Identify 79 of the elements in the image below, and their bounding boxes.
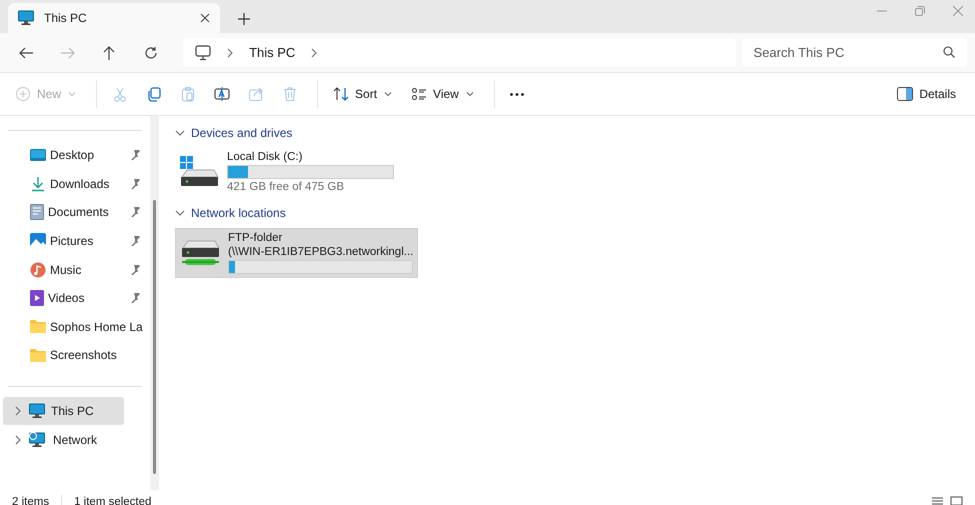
caret-icon xyxy=(383,89,394,99)
selection-count: 1 item selected xyxy=(74,496,152,505)
chevron-right-icon xyxy=(13,406,23,416)
window-tab[interactable]: This PC xyxy=(8,3,220,33)
refresh-icon xyxy=(144,46,158,60)
close-icon xyxy=(200,13,210,23)
search-field[interactable]: Search This PC xyxy=(742,38,968,67)
pin-icon xyxy=(130,264,140,275)
scissors-icon xyxy=(112,86,128,102)
text-cursor-icon xyxy=(214,86,230,102)
folder-icon xyxy=(30,320,46,334)
tab-title: This PC xyxy=(44,11,88,25)
monitor-icon xyxy=(29,402,45,419)
back-arrow-icon xyxy=(18,46,33,58)
tree-item[interactable]: This PC xyxy=(3,396,124,425)
section-heading: Devices and drives xyxy=(191,126,292,140)
breadcrumb[interactable]: This PC xyxy=(249,45,296,60)
details-view-icon xyxy=(931,496,944,505)
section-heading: Network locations xyxy=(191,206,286,220)
sidebar-item[interactable]: Desktop xyxy=(0,141,150,170)
share-icon xyxy=(248,86,264,102)
tree-item[interactable]: Network xyxy=(3,426,124,454)
network-icon xyxy=(29,432,47,448)
download-icon xyxy=(30,176,46,192)
details-button[interactable]: Details xyxy=(890,78,963,110)
sort-button[interactable]: Sort xyxy=(326,78,400,110)
drive-name: Local Disk (C:) xyxy=(227,151,304,163)
caret-icon xyxy=(67,89,78,99)
monitor-outline-icon xyxy=(195,44,212,60)
forward-arrow-icon xyxy=(60,46,75,58)
chevron-right-icon xyxy=(309,48,320,58)
new-tab-icon xyxy=(238,13,250,25)
trash-icon xyxy=(282,86,298,102)
sidebar-item[interactable]: Music xyxy=(0,255,150,284)
chevron-down-icon xyxy=(175,208,185,218)
sort-arrows-icon xyxy=(333,86,350,102)
search-icon xyxy=(943,46,956,58)
chevron-right-icon xyxy=(13,434,23,445)
folder-icon xyxy=(30,348,46,362)
tiles-view-icon xyxy=(950,496,963,505)
pin-icon xyxy=(130,207,140,218)
sidebar-item[interactable]: Downloads xyxy=(0,170,150,198)
pin-icon xyxy=(130,150,140,160)
up-arrow-icon xyxy=(103,46,116,60)
drive-icon xyxy=(179,155,219,187)
item-count: 2 items xyxy=(12,496,50,505)
document-icon xyxy=(30,204,44,220)
pin-icon xyxy=(130,293,140,304)
pin-icon xyxy=(130,236,140,246)
view-button[interactable]: View xyxy=(404,78,482,110)
clipboard-icon xyxy=(180,86,196,102)
sidebar-item[interactable]: Documents xyxy=(0,198,150,227)
view-list-icon xyxy=(411,86,428,102)
picture-icon xyxy=(30,233,46,250)
plus-icon xyxy=(15,86,31,102)
sidebar-item[interactable]: Screenshots xyxy=(0,341,150,370)
drive-tile[interactable]: Local Disk (C:) 421 GB free of 475 GB xyxy=(175,148,398,196)
free-space: 421 GB free of 475 GB xyxy=(227,181,345,193)
sidebar-item[interactable]: Sophos Home La xyxy=(0,312,150,342)
caret-icon xyxy=(464,89,475,99)
drive-name: FTP-folder xyxy=(228,232,284,244)
music-icon xyxy=(30,262,46,278)
address-bar[interactable]: This PC xyxy=(183,38,736,67)
desktop-icon xyxy=(30,148,46,162)
sidebar-item[interactable]: Pictures xyxy=(0,226,150,256)
scrollbar[interactable] xyxy=(150,116,159,490)
pin-icon xyxy=(130,178,140,189)
close-icon xyxy=(953,6,963,16)
video-icon xyxy=(30,290,44,306)
chevron-down-icon xyxy=(175,128,185,138)
network-path: (\\WIN-ER1IB7EPBG3.networkingl... xyxy=(228,246,414,258)
panel-icon xyxy=(897,87,914,101)
drive-tile[interactable]: FTP-folder (\\WIN-ER1IB7EPBG3.networkingl... xyxy=(175,228,418,278)
more-icon xyxy=(510,92,524,96)
sidebar-item[interactable]: Videos xyxy=(0,284,150,313)
copy-icon xyxy=(146,86,162,102)
monitor-icon xyxy=(18,10,34,26)
restore-icon xyxy=(915,6,925,16)
chevron-right-icon xyxy=(225,48,236,58)
